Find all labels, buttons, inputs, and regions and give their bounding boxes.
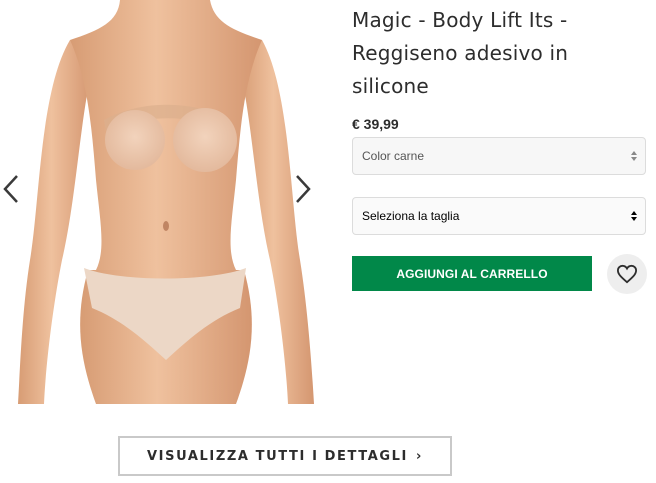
up-down-caret-icon: [631, 211, 637, 221]
product-image: [18, 0, 314, 404]
color-select-value: Color carne: [362, 149, 425, 163]
view-all-details-button[interactable]: VISUALIZZA TUTTI I DETTAGLI ›: [118, 436, 452, 476]
save-for-later-button[interactable]: [607, 254, 647, 294]
next-image-button[interactable]: [294, 174, 330, 214]
heart-icon: [616, 264, 638, 284]
product-title: Magic - Body Lift Its - Reggiseno adesiv…: [352, 8, 569, 98]
previous-image-button[interactable]: [2, 174, 38, 214]
size-select[interactable]: Seleziona la taglia: [352, 197, 646, 235]
add-to-cart-button[interactable]: AGGIUNGI AL CARRELLO: [352, 256, 592, 291]
up-down-caret-icon: [631, 151, 637, 161]
product-price: € 39,99: [352, 116, 399, 132]
size-select-value: Seleziona la taglia: [362, 209, 460, 223]
chevron-right-icon: ›: [416, 448, 423, 464]
chevron-left-icon: [3, 175, 18, 203]
chevron-right-icon: [296, 175, 311, 203]
product-image-gallery: [0, 0, 332, 404]
view-all-details-label: VISUALIZZA TUTTI I DETTAGLI: [147, 448, 408, 464]
color-select[interactable]: Color carne: [352, 137, 646, 175]
